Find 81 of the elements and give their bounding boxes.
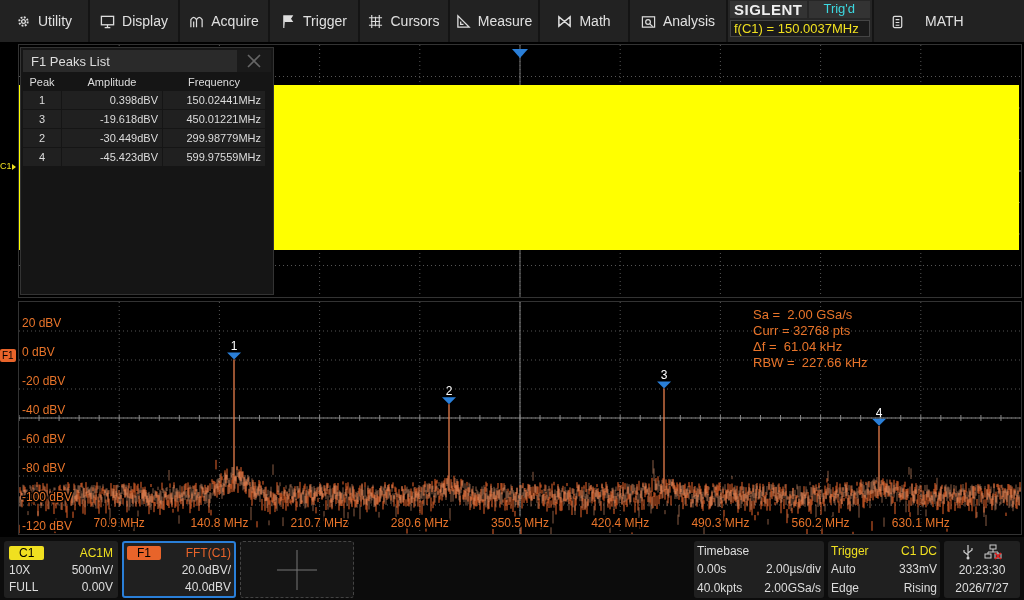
channel-tag: FFT(C1)	[185, 545, 231, 560]
x-axis-label: 630.1 MHz	[891, 516, 950, 530]
clock-time: 20:23:30	[958, 563, 1006, 578]
menu-button[interactable]: Trigger	[270, 0, 358, 42]
brand-logo: SIGLENT	[730, 1, 807, 18]
x-axis-label: 490.3 MHz	[691, 516, 750, 530]
x-axis-label: 350.5 MHz	[491, 516, 549, 530]
x-axis-label: 280.6 MHz	[390, 516, 449, 530]
trigger-value: Edge	[831, 580, 860, 595]
table-cell: 299.98779MHz	[163, 129, 265, 147]
y-axis-label: -40 dBV	[22, 403, 66, 417]
fft-info-text: Δf = 61.04 kHz	[753, 339, 844, 355]
y-axis-label: 20 dBV	[22, 316, 62, 330]
math-button[interactable]: MATH	[874, 0, 1024, 42]
menu-button[interactable]: Measure	[450, 0, 538, 42]
trigger-value: Rising	[903, 580, 937, 595]
x-axis-label: 420.4 MHz	[591, 516, 650, 530]
table-cell: 3	[23, 110, 61, 128]
channel-label: C1	[9, 545, 45, 560]
table-cell: 1	[23, 91, 61, 109]
trigger-card[interactable]: Trigger C1 DC Auto 333mV Edge Rising	[828, 541, 940, 598]
x-axis-label: 140.8 MHz	[190, 516, 249, 530]
channel-card[interactable]: F1 FFT(C1) 20.0dBV/ 40.0dBV	[122, 541, 236, 598]
timebase-value: 2.00GSa/s	[764, 580, 821, 595]
math-marker[interactable]: F1	[0, 349, 16, 362]
channel-value: 20.0dBV/	[181, 562, 231, 577]
x-axis-label: 70.9 MHz	[93, 516, 145, 530]
peak-label: 1	[230, 339, 238, 354]
peak-label: 3	[660, 368, 668, 383]
x-axis-label: 560.2 MHz	[791, 516, 850, 530]
peak-label: 2	[445, 384, 453, 399]
trigger-source: C1 DC	[901, 544, 937, 559]
table-cell: 0.398dBV	[62, 91, 162, 109]
timebase-value: 40.0kpts	[697, 580, 743, 595]
fft-info-text: Curr = 32768 pts	[753, 323, 852, 339]
table-cell: 599.97559MHz	[163, 148, 265, 166]
trigger-value: Auto	[831, 562, 856, 577]
channel-marker[interactable]: C1	[0, 161, 12, 171]
clock-date: 2026/7/27	[955, 581, 1009, 596]
card-title: Timebase	[697, 544, 750, 559]
card-title: Trigger	[831, 544, 869, 559]
column-header: Frequency	[187, 75, 241, 90]
channel-value: 40.0dBV	[184, 579, 231, 594]
timebase-value: 2.00µs/div	[766, 562, 821, 577]
channel-card[interactable]: C1 AC1M 10X 500mV/ FULL 0.00V	[4, 541, 118, 598]
channel-tag: AC1M	[79, 545, 113, 560]
frequency-counter: f(C1) = 150.0037MHz	[730, 20, 870, 37]
timebase-value: 0.00s	[697, 562, 727, 577]
table-cell: 150.02441MHz	[163, 91, 265, 109]
menu-button[interactable]: Utility	[0, 0, 88, 42]
y-axis-label: -80 dBV	[22, 461, 66, 475]
y-axis-label: 0 dBV	[22, 345, 55, 359]
table-cell: 2	[23, 129, 61, 147]
table-cell: 450.01221MHz	[163, 110, 265, 128]
y-axis-label: -120 dBV	[22, 519, 73, 533]
table-cell: -45.423dBV	[62, 148, 162, 166]
trigger-status: Trig'd	[808, 1, 870, 18]
y-axis-label: -60 dBV	[22, 432, 66, 446]
channel-value: 0.00V	[81, 579, 113, 594]
table-cell: 4	[23, 148, 61, 166]
menu-button[interactable]: Acquire	[180, 0, 268, 42]
menu-button[interactable]: Cursors	[360, 0, 448, 42]
fft-info-text: RBW = 227.66 kHz	[753, 355, 868, 371]
fft-info-text: Sa = 2.00 GSa/s	[753, 307, 854, 323]
peak-label: 4	[875, 405, 883, 420]
channel-label: F1	[127, 545, 161, 560]
column-header: Amplitude	[86, 75, 138, 90]
menu-button[interactable]: Analysis	[630, 0, 726, 42]
column-header: Peak	[28, 75, 56, 90]
panel-title: F1 Peaks List	[31, 53, 110, 69]
x-axis-label: 210.7 MHz	[290, 516, 349, 530]
trigger-value: 333mV	[898, 562, 937, 577]
table-cell: -30.449dBV	[62, 129, 162, 147]
channel-value: 10X	[9, 562, 31, 577]
timebase-card[interactable]: Timebase 0.00s 2.00µs/div 40.0kpts 2.00GSa/s	[694, 541, 824, 598]
menu-button[interactable]: Display	[90, 0, 178, 42]
menu-button[interactable]: Math	[540, 0, 628, 42]
table-cell: -19.618dBV	[62, 110, 162, 128]
channel-value: FULL	[9, 579, 39, 594]
channel-value: 500mV/	[71, 562, 113, 577]
y-axis-label: -20 dBV	[22, 374, 66, 388]
